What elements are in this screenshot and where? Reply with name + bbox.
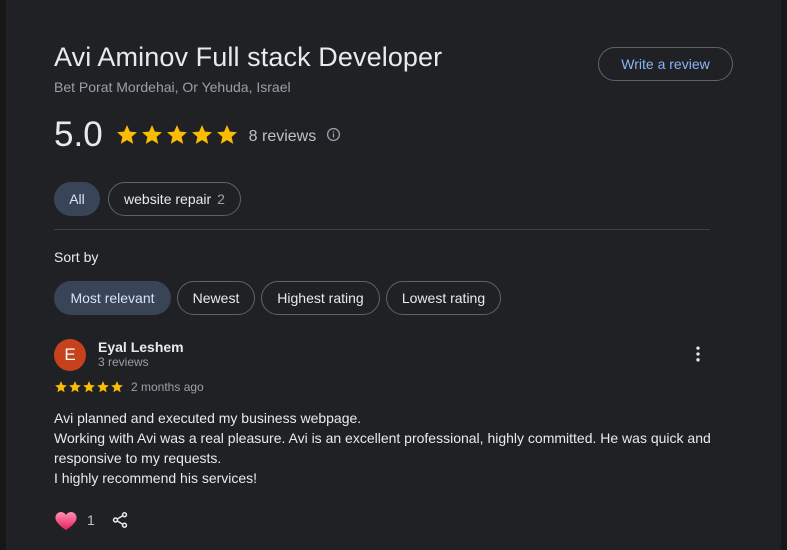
review-line: Avi planned and executed my business web…: [54, 410, 362, 426]
filter-chip-website-repair[interactable]: website repair 2: [108, 182, 241, 216]
place-address: Bet Porat Mordehai, Or Yehuda, Israel: [54, 79, 291, 95]
reviewer-name[interactable]: Eyal Leshem: [98, 339, 184, 355]
sort-most-relevant[interactable]: Most relevant: [54, 281, 171, 315]
star-icon: [191, 125, 212, 144]
review-rating-row: 2 months ago: [54, 380, 204, 394]
more-vert-icon: [696, 346, 700, 362]
write-review-button[interactable]: Write a review: [598, 47, 733, 81]
reviewer-avatar[interactable]: E: [54, 339, 86, 371]
filter-chip-topic-count: 2: [217, 191, 225, 207]
star-icon: [97, 381, 109, 393]
sort-option-label: Lowest rating: [401, 290, 486, 306]
sort-newest[interactable]: Newest: [177, 281, 255, 315]
like-count: 1: [87, 512, 95, 528]
filter-chip-topic-label: website repair: [124, 191, 212, 207]
star-icon: [83, 381, 95, 393]
total-reviews: 8 reviews: [248, 128, 317, 145]
sort-option-label: Highest rating: [277, 290, 364, 306]
star-icon: [216, 125, 237, 144]
review-stars: [54, 380, 124, 394]
share-button[interactable]: [111, 511, 129, 529]
info-icon[interactable]: [326, 123, 341, 147]
rating-stars: [115, 123, 239, 147]
star-icon: [116, 125, 137, 144]
like-button[interactable]: [54, 509, 78, 531]
more-options-button[interactable]: [686, 342, 710, 366]
reviewer-review-count: 3 reviews: [98, 355, 149, 369]
star-icon: [55, 381, 67, 393]
sort-option-label: Most relevant: [70, 290, 155, 306]
filter-chip-all[interactable]: All: [54, 182, 100, 216]
review-actions: 1: [54, 509, 129, 531]
share-icon: [112, 512, 127, 528]
backdrop-right: [781, 0, 787, 550]
sort-by-label: Sort by: [54, 249, 99, 265]
filter-chip-all-label: All: [69, 191, 85, 207]
sort-highest-rating[interactable]: Highest rating: [261, 281, 380, 315]
heart-icon: [55, 512, 77, 530]
review-line: Working with Avi was a real pleasure. Av…: [54, 430, 711, 466]
review-line: I highly recommend his services!: [54, 470, 258, 486]
star-icon: [141, 125, 162, 144]
review-text: Avi planned and executed my business web…: [54, 408, 714, 488]
star-icon: [69, 381, 81, 393]
divider: [54, 229, 710, 230]
place-title: Avi Aminov Full stack Developer: [54, 42, 443, 72]
rating-summary: 5.0 8 reviews: [54, 113, 341, 157]
sort-lowest-rating[interactable]: Lowest rating: [386, 281, 501, 315]
star-icon: [166, 125, 187, 144]
sort-option-label: Newest: [192, 290, 240, 306]
star-icon: [111, 381, 123, 393]
reviews-dialog: Avi Aminov Full stack Developer Bet Pora…: [6, 0, 781, 550]
average-rating: 5.0: [54, 115, 103, 154]
review-time: 2 months ago: [131, 380, 204, 394]
